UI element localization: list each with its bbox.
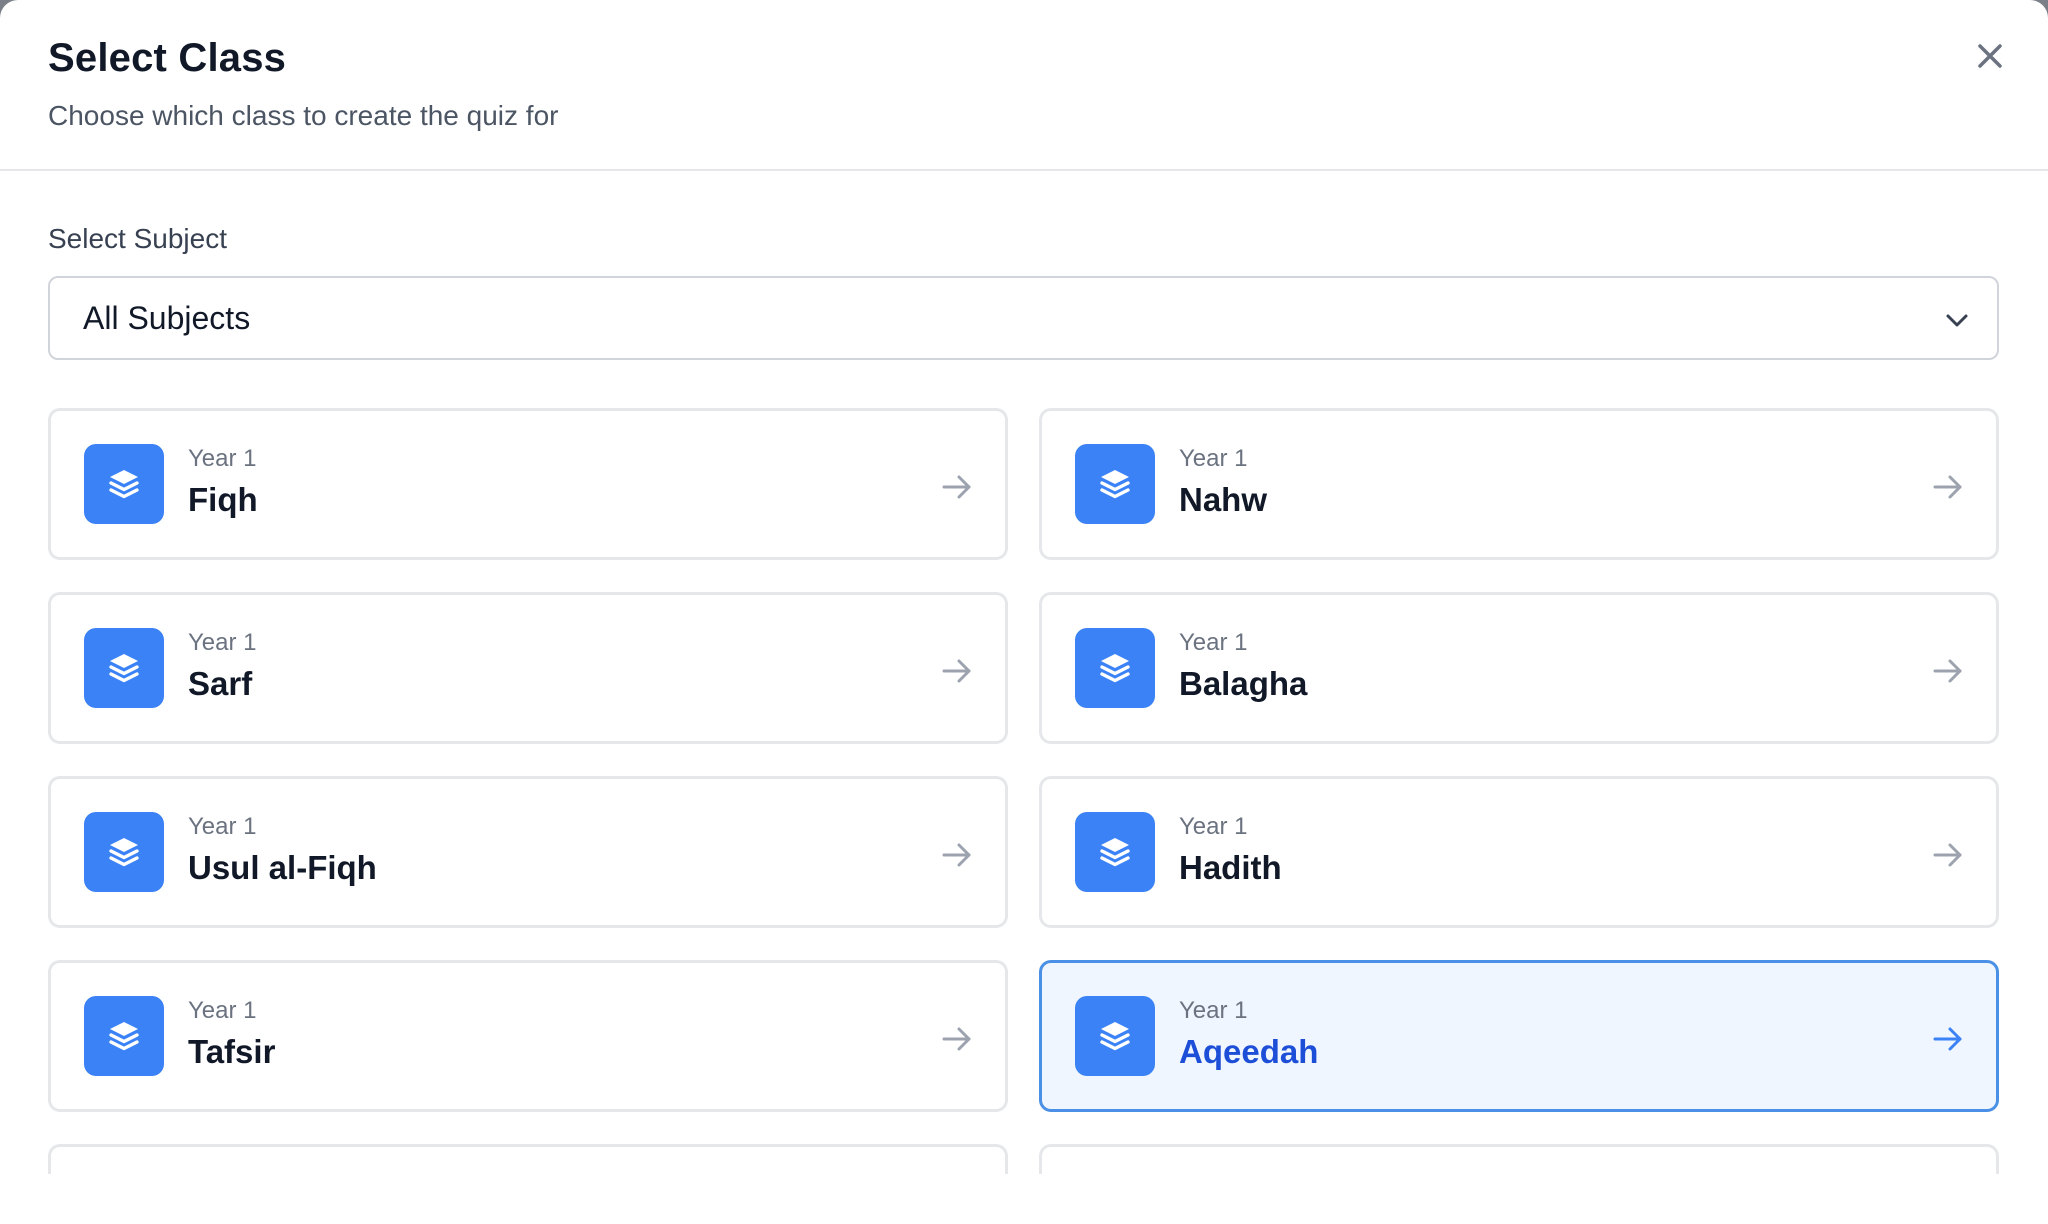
class-name: Tafsir <box>188 1033 276 1070</box>
subject-select[interactable]: All Subjects <box>48 276 1999 360</box>
class-card-partial[interactable] <box>1039 1144 1999 1174</box>
modal-title: Select Class <box>48 36 287 80</box>
class-card[interactable]: Year 1 Hadith <box>1039 776 1999 928</box>
arrow-right-icon <box>1933 843 1962 867</box>
class-year: Year 1 <box>188 813 257 840</box>
class-year: Year 1 <box>188 629 257 656</box>
class-name: Aqeedah <box>1179 1033 1319 1070</box>
class-icon-badge <box>1075 812 1155 892</box>
close-icon <box>1978 44 2002 68</box>
chevron-down-icon <box>1946 314 1968 327</box>
arrow-right-icon <box>1933 659 1962 683</box>
class-name: Usul al-Fiqh <box>188 849 377 886</box>
class-icon-badge <box>84 812 164 892</box>
class-name: Hadith <box>1179 849 1282 886</box>
class-card[interactable]: Year 1 Balagha <box>1039 592 1999 744</box>
class-icon-badge <box>1075 444 1155 524</box>
class-name: Fiqh <box>188 481 258 518</box>
subject-select-value: All Subjects <box>83 300 251 336</box>
class-year: Year 1 <box>1179 445 1248 472</box>
class-year: Year 1 <box>188 445 257 472</box>
modal-body: Select Subject All Subjects Year 1 Fiqh Ye… <box>0 171 2048 1174</box>
class-year: Year 1 <box>188 997 257 1024</box>
modal-header: Select Class Choose which class to creat… <box>0 0 2048 171</box>
arrow-right-icon <box>942 475 971 499</box>
arrow-right-icon <box>942 843 971 867</box>
class-year: Year 1 <box>1179 813 1248 840</box>
arrow-right-icon <box>942 659 971 683</box>
close-button[interactable] <box>1970 36 2010 76</box>
class-name: Sarf <box>188 665 253 702</box>
class-icon-badge <box>84 996 164 1076</box>
class-card[interactable]: Year 1 Aqeedah <box>1039 960 1999 1112</box>
class-year: Year 1 <box>1179 997 1248 1024</box>
arrow-right-icon <box>1933 475 1962 499</box>
arrow-right-icon <box>1933 1027 1962 1051</box>
class-card[interactable]: Year 1 Fiqh <box>48 408 1008 560</box>
modal-footer-space <box>0 1174 2048 1224</box>
class-card[interactable]: Year 1 Usul al-Fiqh <box>48 776 1008 928</box>
modal-subtitle: Choose which class to create the quiz fo… <box>48 100 559 131</box>
class-name: Nahw <box>1179 481 1268 518</box>
subject-label: Select Subject <box>48 223 227 254</box>
arrow-right-icon <box>942 1027 971 1051</box>
class-icon-badge <box>84 628 164 708</box>
select-class-modal: Select Class Choose which class to creat… <box>0 0 2048 1224</box>
class-card-partial[interactable] <box>48 1144 1008 1174</box>
class-icon-badge <box>84 444 164 524</box>
class-card[interactable]: Year 1 Tafsir <box>48 960 1008 1112</box>
class-card[interactable]: Year 1 Nahw <box>1039 408 1999 560</box>
class-icon-badge <box>1075 996 1155 1076</box>
class-card[interactable]: Year 1 Sarf <box>48 592 1008 744</box>
class-year: Year 1 <box>1179 629 1248 656</box>
class-name: Balagha <box>1179 665 1308 702</box>
class-icon-badge <box>1075 628 1155 708</box>
